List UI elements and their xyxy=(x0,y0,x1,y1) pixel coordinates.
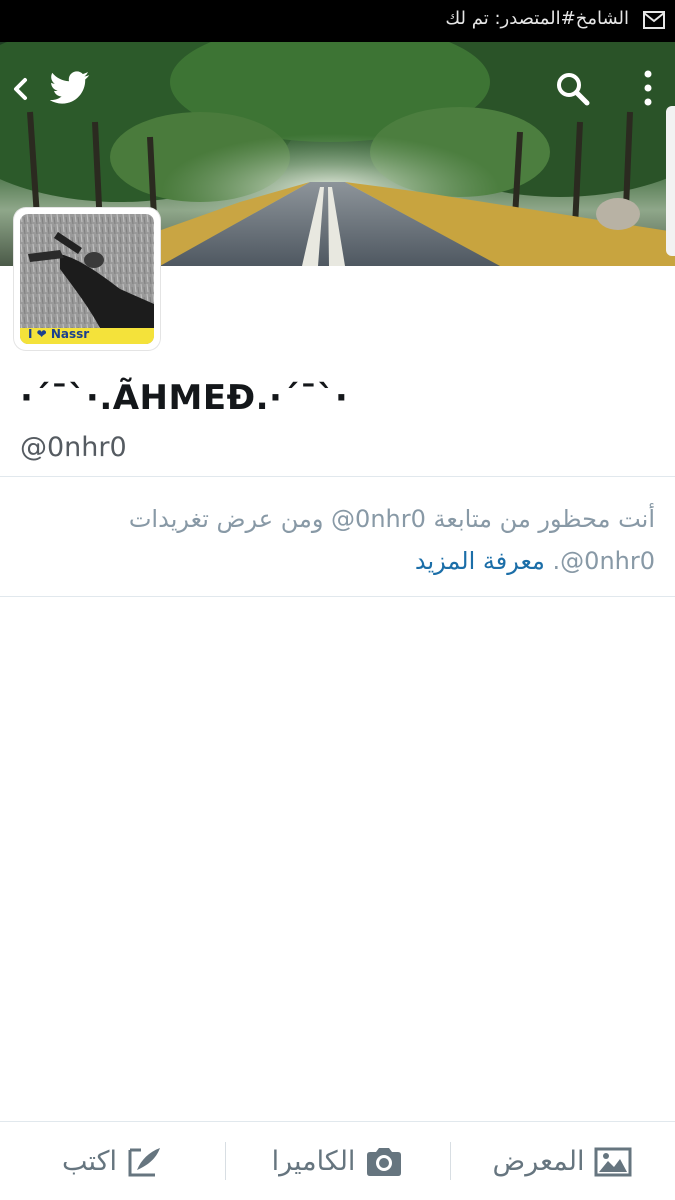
profile-avatar[interactable]: I ❤ Nassr xyxy=(14,208,160,350)
twitter-home-button[interactable] xyxy=(48,68,92,108)
gallery-label: المعرض xyxy=(492,1146,585,1177)
chevron-left-icon xyxy=(14,78,27,100)
camera-icon xyxy=(367,1147,402,1176)
compose-button[interactable]: اكتب xyxy=(0,1122,225,1200)
search-icon xyxy=(557,73,590,106)
blocked-notice-line1: أنت محظور من متابعة ‎@0nhr0‏ ومن عرض تغر… xyxy=(128,505,655,533)
status-notification-text: الشامخ#المتصدر: تم لك xyxy=(445,8,629,29)
gallery-icon xyxy=(594,1147,632,1176)
divider xyxy=(0,476,675,477)
status-bar: الشامخ#المتصدر: تم لك xyxy=(0,0,675,42)
search-button[interactable] xyxy=(552,68,594,110)
camera-button[interactable]: الكاميرا xyxy=(225,1122,450,1200)
back-button[interactable] xyxy=(6,72,34,106)
avatar-caption: I ❤ Nassr xyxy=(28,327,90,341)
blocked-notice: أنت محظور من متابعة ‎@0nhr0‏ ومن عرض تغر… xyxy=(55,498,655,582)
bottom-action-bar: اكتب الكاميرا المعرض xyxy=(0,1121,675,1200)
camera-label: الكاميرا xyxy=(271,1146,356,1177)
profile-display-name: ·´¯`·.ÃHMEĐ.·´¯`· xyxy=(20,378,349,418)
compose-label: اكتب xyxy=(61,1146,117,1177)
blocked-notice-handle: ‎@0nhr0‏. xyxy=(552,547,655,575)
divider xyxy=(0,596,675,597)
twitter-bird-icon xyxy=(50,71,90,104)
more-options-button[interactable] xyxy=(636,66,660,110)
edge-scroll-handle[interactable] xyxy=(666,106,675,256)
more-vertical-icon xyxy=(644,70,652,106)
gallery-button[interactable]: المعرض xyxy=(450,1122,675,1200)
compose-icon xyxy=(128,1147,160,1176)
avatar-image xyxy=(20,214,154,344)
blocked-notice-line2: ‎@0nhr0‏. معرفة المزيد xyxy=(55,540,655,582)
learn-more-link[interactable]: معرفة المزيد xyxy=(415,547,545,575)
profile-handle: @0nhr0 xyxy=(20,432,127,463)
mail-icon xyxy=(643,11,665,29)
